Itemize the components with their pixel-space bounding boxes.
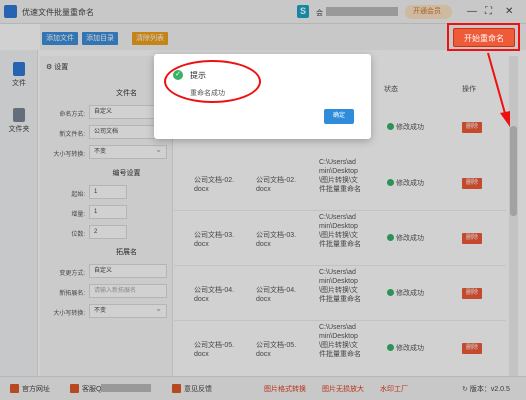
ok-button[interactable]: 确定 [324, 109, 354, 124]
success-dialog: ✓ 提示 重命名成功 确定 [154, 54, 371, 139]
annotation-arrow-icon [487, 52, 510, 127]
annotation-ellipse [164, 60, 261, 103]
annotation-highlight-box [447, 23, 520, 51]
